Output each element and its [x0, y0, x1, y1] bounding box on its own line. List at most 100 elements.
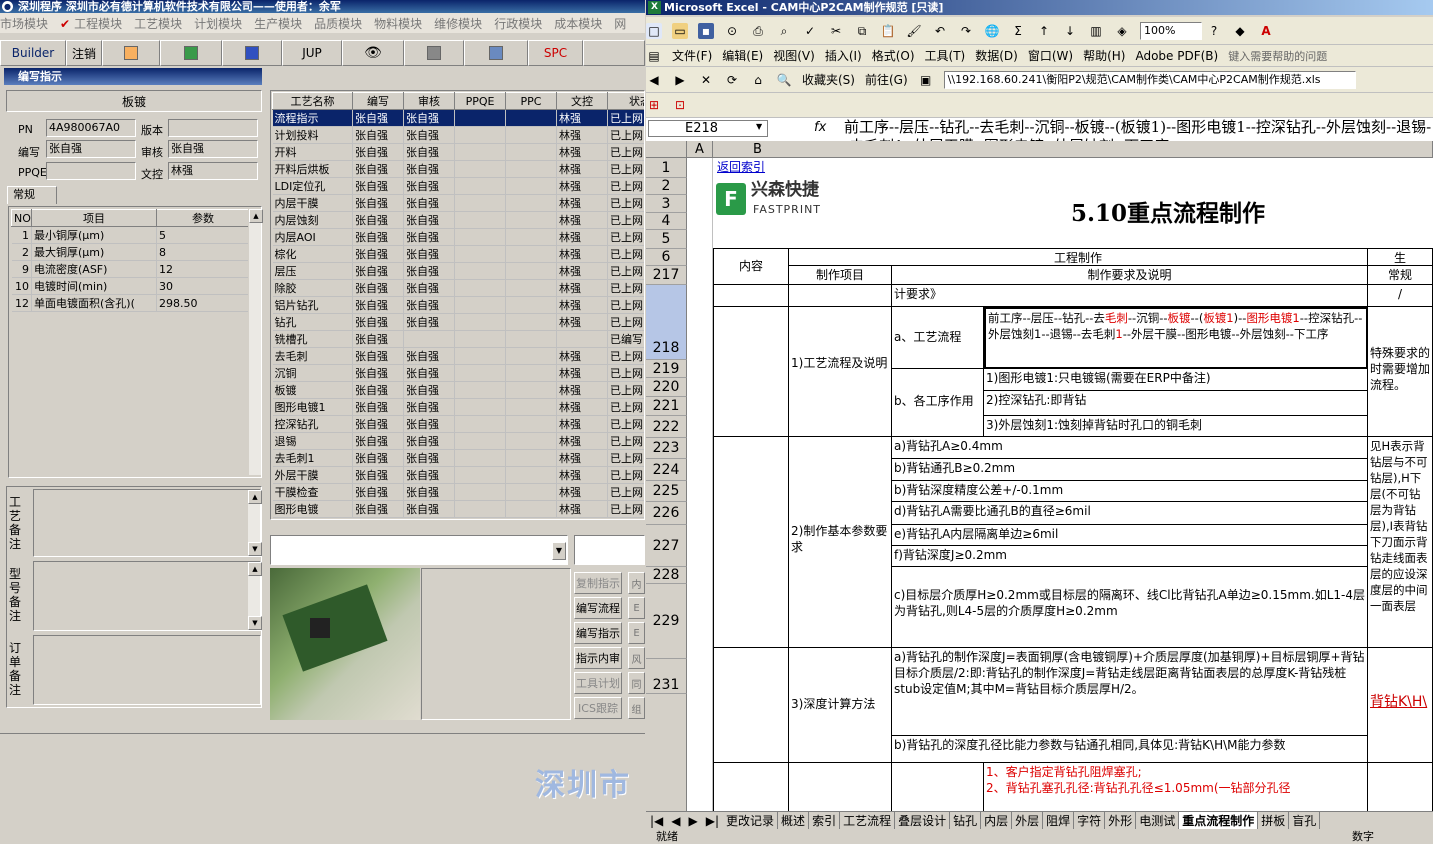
preview-icon[interactable]: ⌕ — [776, 23, 792, 39]
drawing-icon[interactable]: ◈ — [1114, 23, 1130, 39]
proc-1[interactable]: 1)图形电镀1:只电镀锡(需要在ERP中备注) — [984, 369, 1368, 391]
process-row[interactable]: 内层蚀刻 张自强 张自强 林强 已上网 — [272, 211, 644, 229]
process-header-cell[interactable]: 状态 — [607, 92, 644, 110]
special-req[interactable]: 特殊要求的时需要增加流程。 — [1368, 307, 1433, 437]
process-header-cell[interactable]: 审核 — [403, 92, 455, 110]
row-header[interactable]: 225 — [646, 481, 687, 502]
format-painter-icon[interactable]: 🖌 — [906, 23, 922, 39]
scroll-up-icon[interactable]: ▲ — [249, 209, 263, 223]
param-req-p_e[interactable]: e)背钻孔A内层隔离单边≥6mil — [892, 525, 1368, 546]
sheet-tab[interactable]: 索引 — [809, 812, 841, 829]
tab-nav-last-icon[interactable]: ▶| — [702, 814, 723, 828]
process-header-cell[interactable]: PPC — [505, 92, 557, 110]
zoom-box[interactable]: 100% — [1140, 21, 1202, 40]
param-req-p_b[interactable]: b)背钻通孔B≥0.2mm — [892, 459, 1368, 481]
param-row[interactable]: 1 最小铜厚(μm) 5 — [11, 226, 250, 244]
tab-nav-next-icon[interactable]: ▶ — [685, 814, 702, 828]
param-note[interactable]: 见H表示背钻层与不可钻层),H下层(不可钻层为背钻层),I表背钻下刀面示背钻走线… — [1368, 437, 1433, 648]
action-button[interactable]: 编写指示 — [574, 622, 622, 644]
paste-icon[interactable]: 📋 — [880, 23, 896, 39]
menu-view[interactable]: 视图(V) — [773, 47, 815, 64]
menu-production[interactable]: 生产模块 — [254, 15, 302, 32]
row217-slash[interactable]: / — [1368, 285, 1433, 307]
control-field[interactable]: 林强 — [168, 162, 258, 180]
row-header[interactable]: 1 — [646, 158, 687, 178]
ppqe-field[interactable] — [46, 162, 136, 180]
depth-link[interactable]: 背钻K\H\ — [1368, 648, 1433, 763]
undo-icon[interactable]: ↶ — [932, 23, 948, 39]
goto-menu[interactable]: 前往(G) — [865, 71, 908, 88]
param-req-p_a[interactable]: a)背钻孔A≥0.4mm — [892, 437, 1368, 459]
row-header[interactable]: 3 — [646, 195, 687, 213]
process-row[interactable]: 计划投料 张自强 张自强 林强 已上网 — [272, 126, 644, 144]
menu-plan[interactable]: 计划模块 — [194, 15, 242, 32]
reviewer-field[interactable]: 张自强 — [168, 140, 258, 158]
tab-nav-first-icon[interactable]: |◀ — [646, 814, 667, 828]
content-merged-2[interactable] — [713, 437, 789, 648]
process-row[interactable]: 铣槽孔 张自强 已编写 — [272, 330, 644, 348]
namebox-dropdown-icon[interactable]: ▼ — [756, 122, 762, 131]
select-all-corner[interactable] — [646, 141, 687, 158]
params-header-value[interactable]: 参数 — [156, 209, 250, 227]
sheet-tab[interactable]: 概述 — [778, 812, 810, 829]
sheet-tab[interactable]: 拼板 — [1258, 812, 1290, 829]
tools-button[interactable] — [404, 40, 464, 66]
process-row[interactable]: 图形电镀 张自强 张自强 林强 已上网 — [272, 500, 644, 518]
report-button[interactable] — [102, 40, 160, 66]
computer-button[interactable] — [464, 40, 528, 66]
param-row[interactable]: 10 电镀时间(min) 30 — [11, 277, 250, 295]
row-header[interactable]: 219 — [646, 360, 687, 378]
production-header[interactable]: 生 — [1368, 248, 1433, 266]
order-note-field[interactable] — [33, 635, 261, 705]
menu-file[interactable]: 文件(F) — [672, 47, 712, 64]
sheet-tab[interactable]: 外形 — [1105, 812, 1137, 829]
hyperlink-icon[interactable]: 🌐 — [984, 23, 1000, 39]
process-row[interactable]: 沉铜 张自强 张自强 林强 已上网 — [272, 364, 644, 382]
row217-text[interactable]: 计要求》 — [892, 285, 1368, 307]
process-row[interactable]: 开料后烘板 张自强 张自强 林强 已上网 — [272, 160, 644, 178]
make-item-header[interactable]: 制作项目 — [789, 266, 892, 285]
sheet-tab[interactable]: 盲孔 — [1289, 812, 1321, 829]
favorites-menu[interactable]: 收藏夹(S) — [802, 71, 855, 88]
process-row[interactable]: 钻孔 张自强 张自强 林强 已上网 — [272, 313, 644, 331]
menu-engineering[interactable]: ✔ 工程模块 — [60, 15, 122, 32]
tab-general[interactable]: 常规 — [7, 186, 57, 204]
action-button[interactable]: 编写流程 — [574, 597, 622, 619]
proc-3[interactable]: 3)外层蚀刻1:蚀刻掉背钻时孔口的铜毛刺 — [984, 416, 1368, 437]
action-button-extra[interactable]: E — [628, 597, 645, 619]
pdf-mail-icon[interactable]: ⊡ — [672, 97, 688, 113]
scroll-up-icon[interactable]: ▲ — [248, 490, 262, 504]
search-icon[interactable]: 🔍 — [776, 72, 792, 88]
row-header[interactable]: 229 — [646, 584, 687, 659]
chevron-down-icon[interactable]: ▼ — [552, 542, 566, 560]
fill-color-icon[interactable]: ◆ — [1232, 23, 1248, 39]
action-button-extra[interactable]: E — [628, 622, 645, 644]
menu-material[interactable]: 物料模块 — [374, 15, 422, 32]
scroll-up-icon[interactable]: ▲ — [248, 562, 262, 576]
process-row[interactable]: 铝片钻孔 张自强 张自强 林强 已上网 — [272, 296, 644, 314]
flow-label[interactable]: a、工艺流程 — [892, 307, 984, 369]
process-header-cell[interactable]: PPQE — [454, 92, 506, 110]
menu-adobe-pdf[interactable]: Adobe PDF(B) — [1135, 49, 1218, 63]
spell-icon[interactable]: ✓ — [802, 23, 818, 39]
row-header[interactable]: 231 — [646, 677, 687, 694]
copy-icon[interactable]: ⧉ — [854, 23, 870, 39]
action-button-extra[interactable]: 内 — [628, 572, 645, 594]
sheet-tab[interactable]: 字符 — [1074, 812, 1106, 829]
process-row[interactable]: 板镀 张自强 张自强 林强 已上网 — [272, 381, 644, 399]
process-row[interactable]: 控深钻孔 张自强 张自强 林强 已上网 — [272, 415, 644, 433]
section2-label[interactable]: 2)制作基本参数要求 — [789, 437, 892, 648]
fx-icon[interactable]: fx — [814, 120, 826, 135]
process-row[interactable]: 内层干膜 张自强 张自强 林强 已上网 — [272, 194, 644, 212]
save-icon[interactable]: ▪ — [698, 22, 714, 39]
col-a-cells[interactable] — [687, 158, 713, 811]
sort-desc-icon[interactable]: ↓ — [1062, 23, 1078, 39]
forward-icon[interactable]: ▶ — [672, 72, 688, 88]
row-header[interactable]: 218 — [646, 285, 687, 360]
sheet-tab[interactable]: 电测试 — [1136, 812, 1180, 829]
action-button-extra[interactable]: 风 — [628, 647, 645, 669]
process-header-cell[interactable]: 编写 — [352, 92, 404, 110]
proc-2[interactable]: 2)控深钻孔:即背钻 — [984, 391, 1368, 416]
note-label-cell[interactable] — [789, 763, 892, 811]
process-row[interactable]: 外层干膜 张自强 张自强 林强 已上网 — [272, 466, 644, 484]
